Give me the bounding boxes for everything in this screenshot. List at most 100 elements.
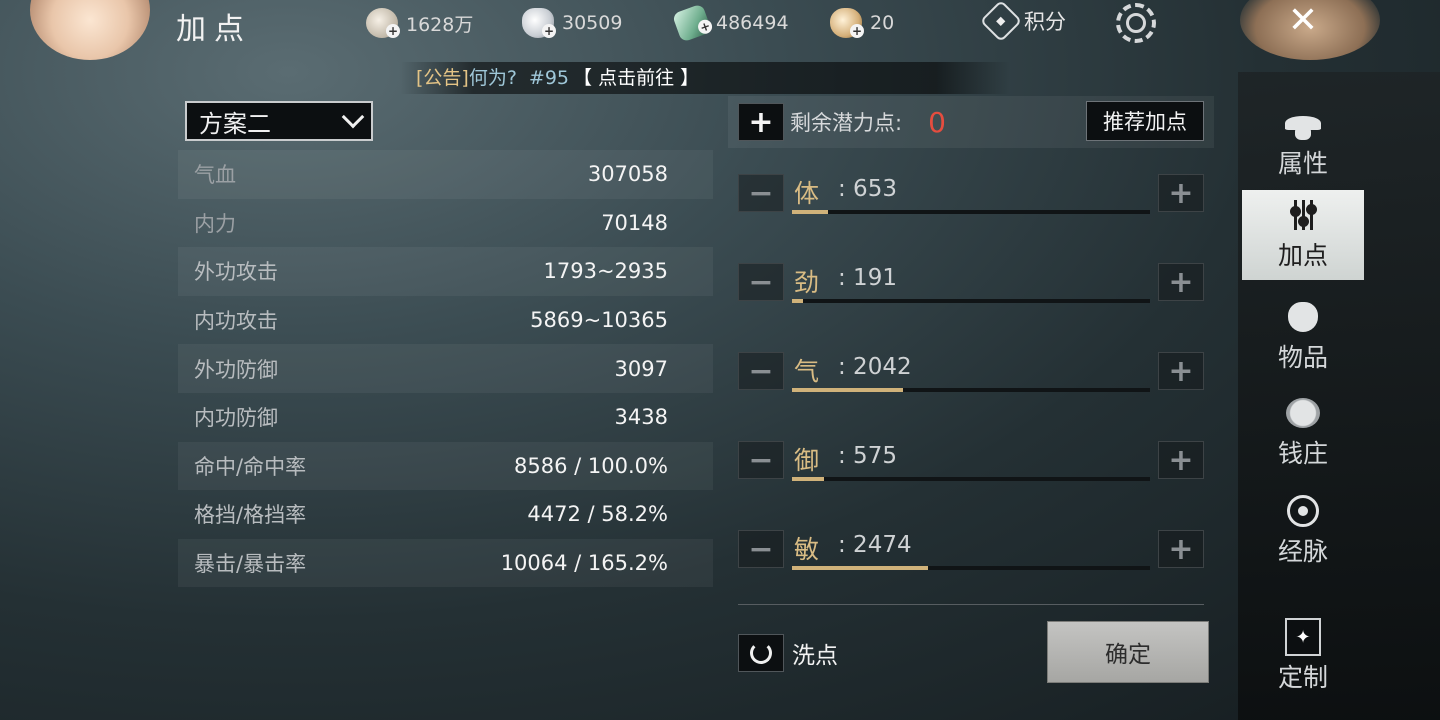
currency-silver[interactable]: + 30509: [522, 8, 622, 38]
stat-value: 8586 / 100.0%: [514, 453, 668, 478]
attribute-value: : 2042: [838, 354, 912, 380]
currency-silver-value: 30509: [562, 12, 623, 34]
currency-gold[interactable]: + 1628万: [366, 8, 473, 38]
stat-label: 暴击/暴击率: [194, 552, 307, 577]
stat-list: 气血 307058 内力 70148 外功攻击 1793~2935 内功攻击 5…: [178, 150, 713, 588]
stat-row: 气血 307058: [178, 150, 713, 199]
score-button[interactable]: ◆ 积分: [979, 0, 1066, 43]
stat-label: 气血: [194, 163, 236, 188]
attribute-progress-fill: [792, 566, 929, 570]
attribute-value: : 653: [838, 176, 897, 202]
sidebar-item-label: 钱庄: [1277, 439, 1328, 468]
announcement-tag: [公告]: [416, 67, 469, 89]
announcement-banner[interactable]: [公告]何为? #95 【 点击前往 】: [400, 62, 1010, 94]
attribute-row-yu: − 御 : 575 +: [738, 441, 1204, 491]
stat-value: 3097: [614, 356, 668, 381]
confirm-button[interactable]: 确定: [1047, 621, 1209, 683]
divider: [738, 604, 1204, 605]
jade-icon: +: [671, 3, 715, 43]
allocation-panel: + 剩余潜力点: 0 推荐加点 − 体 : 653 + − 劲 : 191 + …: [728, 96, 1214, 696]
decrease-button[interactable]: −: [738, 530, 784, 568]
attribute-name: 气: [794, 357, 820, 386]
sidebar-item-meridians[interactable]: 经脉: [1242, 486, 1364, 576]
refresh-icon[interactable]: [738, 634, 784, 672]
meridian-icon: [1285, 494, 1321, 528]
attribute-progress-track: [792, 477, 1150, 481]
gold-ingot-icon: +: [830, 8, 864, 38]
stat-value: 1793~2935: [543, 259, 668, 284]
currency-jade[interactable]: + 486494: [671, 3, 789, 43]
stat-value: 70148: [601, 210, 668, 235]
decrease-button[interactable]: −: [738, 352, 784, 390]
stat-row: 格挡/格挡率 4472 / 58.2%: [178, 490, 713, 539]
attribute-progress-fill: [792, 299, 803, 303]
money-bag-icon: [1285, 396, 1321, 430]
attribute-name: 劲: [794, 268, 820, 297]
stat-row: 内力 70148: [178, 199, 713, 248]
attribute-row-min: − 敏 : 2474 +: [738, 530, 1204, 580]
hat-icon: [1285, 106, 1321, 140]
currency-ingot-value: 20: [870, 12, 895, 34]
announcement-link[interactable]: 【 点击前往 】: [573, 67, 699, 89]
announcement-number: #95: [528, 67, 570, 89]
attribute-name: 体: [794, 179, 820, 208]
stat-label: 命中/命中率: [194, 454, 307, 479]
bag-icon: [1285, 300, 1321, 334]
increase-button[interactable]: +: [1158, 263, 1204, 301]
scheme-dropdown[interactable]: 方案二: [185, 101, 373, 141]
magic-wand-icon: ✦: [1285, 618, 1321, 656]
reset-points-button[interactable]: 洗点: [738, 634, 838, 672]
sidebar-item-add-points[interactable]: 加点: [1242, 190, 1364, 280]
attribute-progress-fill: [792, 477, 825, 481]
increase-button[interactable]: +: [1158, 174, 1204, 212]
attribute-value: : 191: [838, 265, 897, 291]
stat-row: 暴击/暴击率 10064 / 165.2%: [178, 538, 713, 588]
shield-icon: ◆: [979, 0, 1023, 43]
decrease-button[interactable]: −: [738, 263, 784, 301]
sidebar-item-label: 经脉: [1277, 537, 1328, 566]
stats-panel: 方案二 气血 307058 内力 70148 外功攻击 1793~2935 内功…: [178, 96, 713, 590]
page-title: 加点: [176, 12, 252, 47]
stat-label: 内力: [194, 211, 236, 236]
decrease-button[interactable]: −: [738, 441, 784, 479]
stat-row: 内功攻击 5869~10365: [178, 296, 713, 345]
increase-button[interactable]: +: [1158, 352, 1204, 390]
gold-coin-icon: +: [366, 8, 400, 38]
increase-button[interactable]: +: [1158, 530, 1204, 568]
attribute-progress-track: [792, 566, 1150, 570]
sidebar: 属性 加点 物品 钱庄 经脉 ✦ 定制: [1238, 72, 1440, 720]
stat-label: 外功防御: [194, 357, 278, 382]
sidebar-item-label: 属性: [1277, 149, 1328, 178]
remaining-points-label: 剩余潜力点:: [790, 111, 903, 135]
stat-label: 格挡/格挡率: [194, 503, 307, 528]
attribute-name: 敏: [794, 535, 820, 564]
attribute-row-jin: − 劲 : 191 +: [738, 263, 1204, 313]
sidebar-item-label: 定制: [1277, 663, 1328, 692]
settings-gear-icon[interactable]: [1116, 3, 1156, 43]
currency-ingot[interactable]: + 20: [830, 8, 894, 38]
attribute-progress-track: [792, 388, 1150, 392]
recommend-button[interactable]: 推荐加点: [1086, 101, 1204, 141]
increase-button[interactable]: +: [1158, 441, 1204, 479]
reset-label: 洗点: [792, 643, 838, 669]
sidebar-item-items[interactable]: 物品: [1242, 292, 1364, 382]
close-button[interactable]: ✕: [1281, 2, 1325, 42]
sidebar-item-label: 加点: [1277, 241, 1328, 270]
attribute-row-qi: − 气 : 2042 +: [738, 352, 1204, 402]
remaining-points-value: 0: [928, 105, 946, 139]
attribute-value: : 2474: [838, 532, 912, 558]
stat-row: 外功防御 3097: [178, 344, 713, 393]
sidebar-item-attributes[interactable]: 属性: [1242, 98, 1364, 188]
add-points-button[interactable]: +: [738, 103, 784, 141]
scheme-selected: 方案二: [199, 109, 271, 138]
attribute-progress-track: [792, 210, 1150, 214]
sidebar-item-bank[interactable]: 钱庄: [1242, 388, 1364, 478]
sliders-icon: [1285, 198, 1321, 232]
sidebar-item-customize[interactable]: ✦ 定制: [1242, 612, 1364, 702]
attribute-progress-fill: [792, 388, 903, 392]
decrease-button[interactable]: −: [738, 174, 784, 212]
stat-value: 5869~10365: [530, 308, 668, 333]
silver-ingot-icon: +: [522, 8, 556, 38]
score-label: 积分: [1024, 10, 1066, 34]
stat-label: 内功防御: [194, 406, 278, 431]
